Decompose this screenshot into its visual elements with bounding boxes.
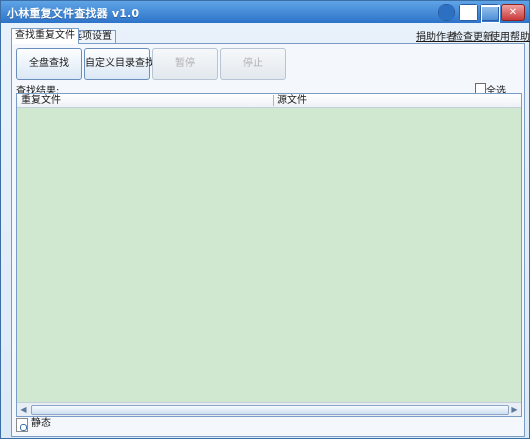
minimize-icon[interactable] xyxy=(459,4,478,21)
tab-find-duplicates[interactable]: 查找重复文件 xyxy=(11,28,79,44)
custom-dir-search-button[interactable]: 自定义目录查找 xyxy=(84,48,155,80)
status-text: 静态 xyxy=(31,418,51,429)
pause-button[interactable]: 暂停 xyxy=(152,48,218,80)
magnifier-document-icon xyxy=(16,418,28,432)
title-bar[interactable]: 小林重复文件查找器 v1.0 ✕ xyxy=(1,1,529,23)
full-search-button[interactable]: 全盘查找 xyxy=(16,48,82,80)
close-glyph: ✕ xyxy=(508,7,518,18)
app-window: 小林重复文件查找器 v1.0 ✕ 查找重复文件 选项设置 捐助作者 检查更新 使… xyxy=(0,0,530,439)
user-icon[interactable] xyxy=(438,4,455,21)
close-icon[interactable]: ✕ xyxy=(501,4,525,21)
list-header: 重复文件 源文件 xyxy=(17,94,521,108)
minimize-glyph xyxy=(460,5,477,20)
maximize-glyph xyxy=(481,5,500,23)
column-header-duplicate-file[interactable]: 重复文件 xyxy=(21,94,61,107)
donate-link[interactable]: 捐助作者 xyxy=(416,28,456,43)
results-list[interactable]: 重复文件 源文件 ◀ ▶ xyxy=(16,93,522,417)
find-duplicates-panel: 全盘查找 自定义目录查找 暂停 停止 查找结果: 全选 重复文件 源文件 ◀ ▶… xyxy=(11,43,525,437)
scroll-right-icon[interactable]: ▶ xyxy=(508,403,521,416)
column-header-source-file[interactable]: 源文件 xyxy=(277,94,307,107)
help-link[interactable]: 使用帮助 xyxy=(490,28,530,43)
stop-button[interactable]: 停止 xyxy=(220,48,286,80)
user-glyph xyxy=(439,5,454,20)
window-title: 小林重复文件查找器 v1.0 xyxy=(7,7,140,20)
maximize-icon[interactable] xyxy=(480,4,500,23)
scrollbar-thumb[interactable] xyxy=(31,405,509,415)
scroll-left-icon[interactable]: ◀ xyxy=(17,403,30,416)
column-separator[interactable] xyxy=(273,95,274,106)
horizontal-scrollbar[interactable]: ◀ ▶ xyxy=(17,402,521,416)
check-update-link[interactable]: 检查更新 xyxy=(453,28,493,43)
